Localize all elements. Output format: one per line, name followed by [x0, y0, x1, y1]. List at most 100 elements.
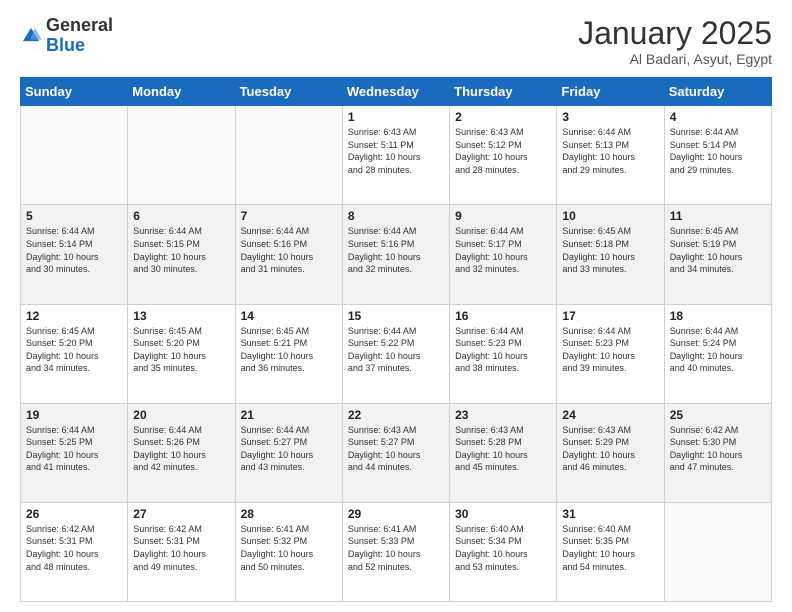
table-row: 14 Sunrise: 6:45 AM Sunset: 5:21 PM Dayli… — [235, 304, 342, 403]
day-info: Sunrise: 6:40 AM Sunset: 5:34 PM Dayligh… — [455, 523, 551, 573]
day-number: 15 — [348, 309, 444, 323]
day-info: Sunrise: 6:43 AM Sunset: 5:11 PM Dayligh… — [348, 126, 444, 176]
table-row: 24Sunrise: 6:43 AM Sunset: 5:29 PM Dayli… — [557, 403, 664, 502]
table-row: 1 Sunrise: 6:43 AM Sunset: 5:11 PM Daylig… — [342, 106, 449, 205]
day-info: Sunrise: 6:44 AM Sunset: 5:16 PM Dayligh… — [348, 225, 444, 275]
day-number: 10 — [562, 209, 658, 223]
calendar-week-row: 26Sunrise: 6:42 AM Sunset: 5:31 PM Dayli… — [21, 502, 772, 601]
col-friday: Friday — [557, 78, 664, 106]
day-number: 1 — [348, 110, 444, 124]
day-number: 30 — [455, 507, 551, 521]
table-row: 21 Sunrise: 6:44 AM Sunset: 5:27 PM Dayli… — [235, 403, 342, 502]
table-row: 30 Sunrise: 6:40 AM Sunset: 5:34 PM Dayli… — [450, 502, 557, 601]
day-number: 29 — [348, 507, 444, 521]
col-wednesday: Wednesday — [342, 78, 449, 106]
table-row: 8 Sunrise: 6:44 AM Sunset: 5:16 PM Daylig… — [342, 205, 449, 304]
table-row: 26Sunrise: 6:42 AM Sunset: 5:31 PM Dayli… — [21, 502, 128, 601]
day-info: Sunrise: 6:44 AM Sunset: 5:26 PM Dayligh… — [133, 424, 229, 474]
calendar-week-row: 1 Sunrise: 6:43 AM Sunset: 5:11 PM Daylig… — [21, 106, 772, 205]
day-number: 13 — [133, 309, 229, 323]
table-row: 28 Sunrise: 6:41 AM Sunset: 5:32 PM Dayli… — [235, 502, 342, 601]
table-row: 22Sunrise: 6:43 AM Sunset: 5:27 PM Dayli… — [342, 403, 449, 502]
day-info: Sunrise: 6:45 AM Sunset: 5:20 PM Dayligh… — [26, 325, 122, 375]
calendar-week-row: 19 Sunrise: 6:44 AM Sunset: 5:25 PM Dayli… — [21, 403, 772, 502]
col-sunday: Sunday — [21, 78, 128, 106]
day-info: Sunrise: 6:44 AM Sunset: 5:16 PM Dayligh… — [241, 225, 337, 275]
table-row — [21, 106, 128, 205]
day-info: Sunrise: 6:45 AM Sunset: 5:21 PM Dayligh… — [241, 325, 337, 375]
day-info: Sunrise: 6:44 AM Sunset: 5:14 PM Dayligh… — [26, 225, 122, 275]
day-info: Sunrise: 6:45 AM Sunset: 5:19 PM Dayligh… — [670, 225, 766, 275]
table-row: 4Sunrise: 6:44 AM Sunset: 5:14 PM Daylig… — [664, 106, 771, 205]
logo-text: General Blue — [46, 16, 113, 56]
day-info: Sunrise: 6:44 AM Sunset: 5:13 PM Dayligh… — [562, 126, 658, 176]
day-number: 18 — [670, 309, 766, 323]
day-info: Sunrise: 6:41 AM Sunset: 5:32 PM Dayligh… — [241, 523, 337, 573]
day-number: 14 — [241, 309, 337, 323]
day-info: Sunrise: 6:45 AM Sunset: 5:20 PM Dayligh… — [133, 325, 229, 375]
day-info: Sunrise: 6:44 AM Sunset: 5:27 PM Dayligh… — [241, 424, 337, 474]
day-info: Sunrise: 6:43 AM Sunset: 5:12 PM Dayligh… — [455, 126, 551, 176]
table-row: 25Sunrise: 6:42 AM Sunset: 5:30 PM Dayli… — [664, 403, 771, 502]
table-row — [235, 106, 342, 205]
day-info: Sunrise: 6:44 AM Sunset: 5:24 PM Dayligh… — [670, 325, 766, 375]
col-tuesday: Tuesday — [235, 78, 342, 106]
day-number: 11 — [670, 209, 766, 223]
day-number: 21 — [241, 408, 337, 422]
day-info: Sunrise: 6:43 AM Sunset: 5:27 PM Dayligh… — [348, 424, 444, 474]
day-number: 5 — [26, 209, 122, 223]
table-row: 19 Sunrise: 6:44 AM Sunset: 5:25 PM Dayli… — [21, 403, 128, 502]
day-number: 8 — [348, 209, 444, 223]
table-row: 12 Sunrise: 6:45 AM Sunset: 5:20 PM Dayli… — [21, 304, 128, 403]
day-number: 6 — [133, 209, 229, 223]
day-number: 19 — [26, 408, 122, 422]
col-monday: Monday — [128, 78, 235, 106]
day-info: Sunrise: 6:44 AM Sunset: 5:23 PM Dayligh… — [455, 325, 551, 375]
header: General Blue January 2025 Al Badari, Asy… — [20, 16, 772, 67]
day-info: Sunrise: 6:41 AM Sunset: 5:33 PM Dayligh… — [348, 523, 444, 573]
table-row: 11 Sunrise: 6:45 AM Sunset: 5:19 PM Dayli… — [664, 205, 771, 304]
table-row: 31Sunrise: 6:40 AM Sunset: 5:35 PM Dayli… — [557, 502, 664, 601]
day-number: 9 — [455, 209, 551, 223]
table-row — [128, 106, 235, 205]
day-info: Sunrise: 6:42 AM Sunset: 5:31 PM Dayligh… — [133, 523, 229, 573]
page: General Blue January 2025 Al Badari, Asy… — [0, 0, 792, 612]
table-row: 7Sunrise: 6:44 AM Sunset: 5:16 PM Daylig… — [235, 205, 342, 304]
table-row: 10 Sunrise: 6:45 AM Sunset: 5:18 PM Dayli… — [557, 205, 664, 304]
table-row: 18 Sunrise: 6:44 AM Sunset: 5:24 PM Dayli… — [664, 304, 771, 403]
location-subtitle: Al Badari, Asyut, Egypt — [578, 51, 772, 67]
day-info: Sunrise: 6:43 AM Sunset: 5:29 PM Dayligh… — [562, 424, 658, 474]
day-info: Sunrise: 6:44 AM Sunset: 5:22 PM Dayligh… — [348, 325, 444, 375]
logo: General Blue — [20, 16, 113, 56]
day-number: 28 — [241, 507, 337, 521]
calendar-week-row: 5 Sunrise: 6:44 AM Sunset: 5:14 PM Daylig… — [21, 205, 772, 304]
table-row: 16 Sunrise: 6:44 AM Sunset: 5:23 PM Dayli… — [450, 304, 557, 403]
table-row: 2 Sunrise: 6:43 AM Sunset: 5:12 PM Daylig… — [450, 106, 557, 205]
calendar-header-row: Sunday Monday Tuesday Wednesday Thursday… — [21, 78, 772, 106]
day-info: Sunrise: 6:44 AM Sunset: 5:25 PM Dayligh… — [26, 424, 122, 474]
day-info: Sunrise: 6:42 AM Sunset: 5:31 PM Dayligh… — [26, 523, 122, 573]
table-row: 20 Sunrise: 6:44 AM Sunset: 5:26 PM Dayli… — [128, 403, 235, 502]
table-row: 6Sunrise: 6:44 AM Sunset: 5:15 PM Daylig… — [128, 205, 235, 304]
table-row — [664, 502, 771, 601]
day-number: 12 — [26, 309, 122, 323]
day-number: 3 — [562, 110, 658, 124]
day-number: 27 — [133, 507, 229, 521]
table-row: 5 Sunrise: 6:44 AM Sunset: 5:14 PM Daylig… — [21, 205, 128, 304]
calendar-week-row: 12 Sunrise: 6:45 AM Sunset: 5:20 PM Dayli… — [21, 304, 772, 403]
day-info: Sunrise: 6:45 AM Sunset: 5:18 PM Dayligh… — [562, 225, 658, 275]
logo-general: General — [46, 15, 113, 35]
day-number: 2 — [455, 110, 551, 124]
day-info: Sunrise: 6:44 AM Sunset: 5:23 PM Dayligh… — [562, 325, 658, 375]
logo-blue: Blue — [46, 35, 85, 55]
day-number: 16 — [455, 309, 551, 323]
day-info: Sunrise: 6:44 AM Sunset: 5:17 PM Dayligh… — [455, 225, 551, 275]
table-row: 15 Sunrise: 6:44 AM Sunset: 5:22 PM Dayli… — [342, 304, 449, 403]
day-number: 20 — [133, 408, 229, 422]
month-title: January 2025 — [578, 16, 772, 51]
table-row: 29 Sunrise: 6:41 AM Sunset: 5:33 PM Dayli… — [342, 502, 449, 601]
day-info: Sunrise: 6:44 AM Sunset: 5:14 PM Dayligh… — [670, 126, 766, 176]
day-number: 23 — [455, 408, 551, 422]
table-row: 13 Sunrise: 6:45 AM Sunset: 5:20 PM Dayli… — [128, 304, 235, 403]
table-row: 17Sunrise: 6:44 AM Sunset: 5:23 PM Dayli… — [557, 304, 664, 403]
